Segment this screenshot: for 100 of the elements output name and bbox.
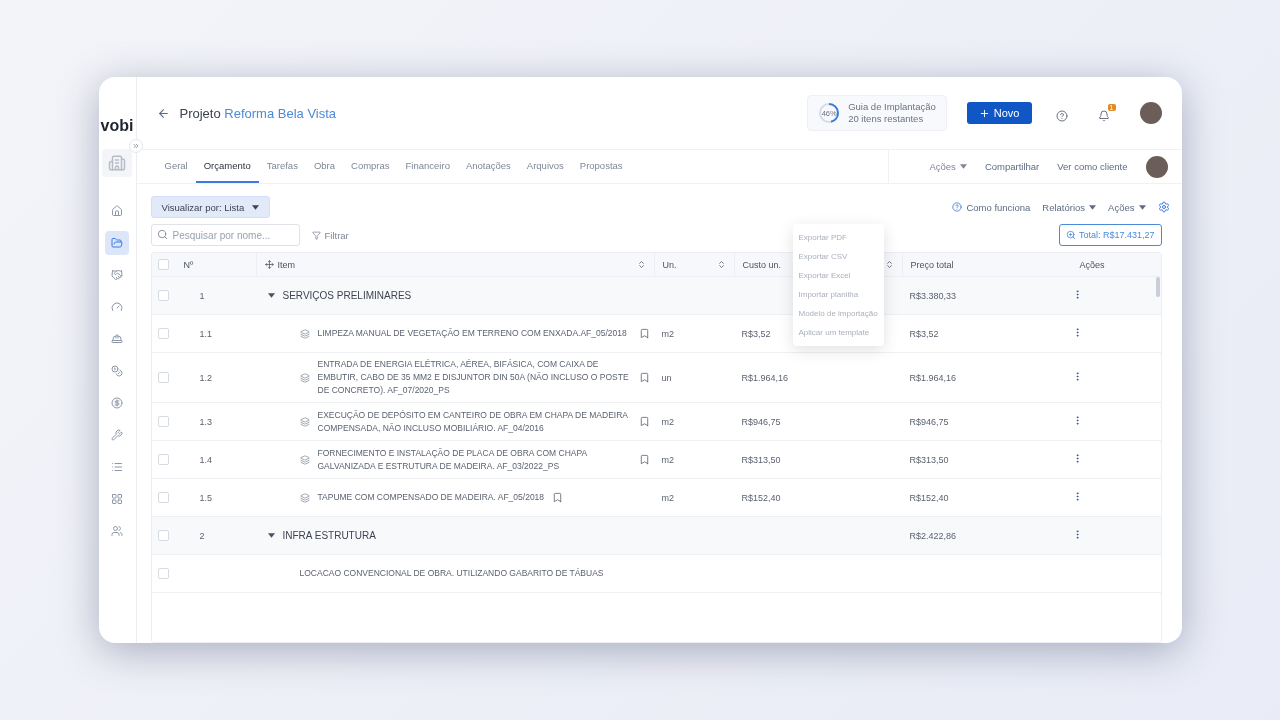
member-avatar[interactable]: [1145, 155, 1168, 178]
item-description: FORNECIMENTO E INSTALAÇÃO DE PLACA DE OBRA COM CHAPA GALVANIZADA E ESTRUTURA DE MADEIRA. AF_03/2022_PS: [317, 446, 588, 473]
unit-text: un: [660, 372, 672, 383]
settings-icon[interactable]: [1157, 201, 1170, 213]
bookmark-icon[interactable]: [638, 416, 650, 427]
caret-icon: [1138, 204, 1146, 210]
row-checkbox[interactable]: [157, 416, 169, 427]
search-field[interactable]: Pesquisar por nome...: [150, 224, 300, 246]
how-it-works-link[interactable]: Como funciona: [952, 201, 1031, 213]
row-checkbox[interactable]: [157, 568, 169, 579]
item-description: TAPUME COM COMPENSADO DE MADEIRA. AF_05/2018: [317, 491, 545, 504]
row-number: 1.2: [198, 372, 212, 383]
layers-icon: [299, 492, 310, 503]
unit-cost: R$152,40: [740, 492, 781, 503]
layers-icon: [299, 328, 310, 339]
filter-icon: [311, 230, 321, 240]
column-header: Custo un.: [742, 259, 782, 270]
home-icon: [111, 205, 123, 217]
actions-dropdown[interactable]: Ações: [929, 161, 967, 172]
back-arrow-icon[interactable]: [156, 106, 170, 120]
wrench-icon: [111, 429, 123, 441]
unit-text: m2: [660, 416, 674, 427]
tab[interactable]: Orçamento: [195, 150, 259, 183]
row-number: 1.5: [198, 492, 212, 503]
item-description: ENTRADA DE ENERGIA ELÉTRICA, AÉREA, BIFÁSICA, COM CAIXA DE EMBUTIR, CABO DE 35 MM2 E DISJUNTOR DIN 50A (NÃO INCLUSO O POSTE DE CONCRETO). AF_07/2020_PS: [317, 358, 630, 397]
total-price: R$152,40: [908, 492, 949, 503]
bookmark-icon[interactable]: [638, 328, 650, 339]
expand-sidebar-button[interactable]: [128, 139, 143, 153]
list-icon: [111, 461, 123, 473]
new-button[interactable]: Novo: [966, 102, 1032, 124]
tab[interactable]: Tarefas: [258, 150, 306, 183]
sidebar-item[interactable]: [105, 231, 129, 255]
total-price: R$1.964,16: [908, 372, 957, 383]
caret-icon: [267, 293, 275, 298]
column-header: Preço total: [910, 259, 954, 270]
layers-icon: [299, 416, 310, 427]
view-select[interactable]: Visualizar por: Lista: [150, 196, 271, 218]
select-all-checkbox[interactable]: [157, 259, 169, 270]
row-checkbox[interactable]: [157, 454, 169, 465]
group-name: INFRA ESTRUTURA: [282, 530, 376, 541]
unit-cost: R$3,52: [740, 328, 771, 339]
item-description: EXECUÇÃO DE DEPÓSITO EM CANTEIRO DE OBRA EM CHAPA DE MADEIRA COMPENSADA, NÃO INCLUSO MOBILIÁRIO. AF_04/2016: [317, 408, 629, 435]
row-checkbox[interactable]: [157, 290, 169, 301]
row-number: 1.1: [198, 328, 212, 339]
column-header: Item: [277, 259, 295, 270]
share-link[interactable]: Compartilhar: [984, 161, 1040, 172]
tab[interactable]: Geral: [156, 150, 196, 183]
expand-icon: [131, 142, 140, 150]
bookmark-icon[interactable]: [638, 372, 650, 383]
filter-button[interactable]: Filtrar: [311, 229, 349, 241]
menu-item[interactable]: Aplicar um template: [792, 323, 884, 342]
tab[interactable]: Propostas: [571, 150, 631, 183]
reports-dropdown[interactable]: Relatórios: [1042, 201, 1097, 213]
total-price: R$313,50: [908, 454, 949, 465]
hard-hat-icon: [111, 333, 123, 345]
tab[interactable]: Arquivos: [518, 150, 572, 183]
row-checkbox[interactable]: [157, 492, 169, 503]
plus-icon: [978, 107, 990, 119]
menu-item[interactable]: Exportar PDF: [792, 228, 884, 247]
layers-icon: [299, 454, 310, 465]
column-header: Nº: [183, 259, 194, 270]
vobi-logo[interactable]: vobi: [100, 117, 134, 135]
item-description: LIMPEZA MANUAL DE VEGETAÇÃO EM TERRENO COM ENXADA.AF_05/2018: [317, 327, 628, 340]
users-icon: [111, 525, 123, 537]
menu-item[interactable]: Exportar CSV: [792, 247, 884, 266]
search-icon: [156, 229, 168, 240]
tab[interactable]: Anotações: [457, 150, 519, 183]
row-checkbox[interactable]: [157, 372, 169, 383]
tab[interactable]: Financeiro: [397, 150, 458, 183]
total-text: Total: R$17.431,27: [1078, 230, 1155, 240]
unit-cost: R$946,75: [740, 416, 781, 427]
bookmark-icon[interactable]: [552, 492, 564, 503]
unit-cost: R$1.964,16: [740, 372, 789, 383]
total-price: R$2.422,86: [908, 530, 957, 541]
column-header: Ações: [1079, 259, 1105, 270]
menu-item[interactable]: Importar planilha: [792, 285, 884, 304]
sort-icon[interactable]: [636, 260, 646, 269]
bookmark-icon[interactable]: [638, 454, 650, 465]
project-title: Projeto Reforma Bela Vista: [179, 105, 338, 121]
menu-item[interactable]: Exportar Excel: [792, 266, 884, 285]
caret-icon: [267, 533, 275, 538]
user-avatar[interactable]: [1139, 102, 1162, 124]
actions-dropdown[interactable]: Ações: [1108, 201, 1146, 213]
column-header: Un.: [662, 259, 677, 270]
tab[interactable]: Compras: [343, 150, 398, 183]
tab[interactable]: Obra: [305, 150, 343, 183]
move-icon: [264, 260, 274, 269]
sort-icon[interactable]: [884, 260, 894, 269]
building-icon: [108, 154, 126, 172]
sort-icon[interactable]: [716, 260, 726, 269]
row-checkbox[interactable]: [157, 328, 169, 339]
row-checkbox[interactable]: [157, 530, 169, 541]
layers-icon: [299, 372, 310, 383]
menu-item[interactable]: Modelo de importação: [792, 304, 884, 323]
total-price: R$946,75: [908, 416, 949, 427]
grid-icon: [111, 493, 123, 505]
total-price: R$3.380,33: [908, 290, 957, 301]
help-icon: [952, 202, 963, 212]
view-as-client-link[interactable]: Ver como cliente: [1057, 161, 1128, 172]
scrollbar[interactable]: [1155, 277, 1160, 297]
